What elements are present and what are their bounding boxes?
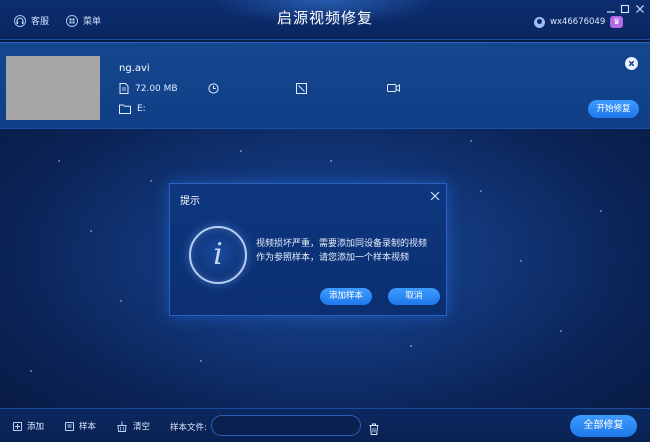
resolution-icon [296, 83, 307, 94]
clear-button[interactable]: 清空 [116, 420, 150, 432]
close-icon [628, 60, 635, 67]
minimize-icon [607, 11, 615, 13]
file-size: 72.00 MB [135, 83, 178, 94]
sample-file-label: 样本文件: [170, 423, 207, 433]
trash-icon [369, 423, 379, 435]
prompt-dialog: 提示 i 视频损坏严重，需要添加同设备录制的视频作为参照样本，请您添加一个样本视… [169, 183, 447, 316]
clear-label: 清空 [133, 422, 151, 432]
folder-icon [119, 104, 131, 114]
add-button[interactable]: 添加 [13, 420, 44, 432]
video-thumbnail [6, 56, 100, 120]
file-path: E: [137, 104, 146, 114]
file-name: ng.avi [119, 63, 150, 74]
file-path-row: E: [119, 104, 146, 114]
duration-row [208, 83, 219, 94]
sample-button[interactable]: 样本 [65, 420, 96, 432]
video-camera-icon [387, 84, 400, 92]
window-close-button[interactable] [634, 3, 646, 15]
sample-file-input[interactable] [211, 415, 361, 436]
user-avatar-icon [534, 16, 545, 28]
sample-icon [65, 421, 74, 431]
info-icon-letter: i [213, 237, 223, 272]
dialog-close-button[interactable] [428, 189, 442, 203]
title-bar: 客服 菜单 启源视频修复 wx46676049 ♛ [0, 0, 650, 40]
clock-icon [208, 83, 219, 94]
add-label: 添加 [27, 422, 45, 432]
sample-label: 样本 [79, 422, 97, 432]
repair-all-button[interactable]: 全部修复 [570, 415, 637, 437]
vip-crown-icon: ♛ [610, 16, 624, 28]
delete-sample-button[interactable] [369, 420, 379, 435]
close-icon [636, 5, 644, 13]
codec-row [387, 83, 400, 93]
close-icon [430, 191, 440, 201]
file-item-panel: ng.avi 72.00 MB E: 开始修复 [0, 42, 650, 129]
dialog-message: 视频损坏严重，需要添加同设备录制的视频作为参照样本，请您添加一个样本视频 [256, 239, 428, 263]
bottom-toolbar: 添加 样本 清空 样本文件: 全部修复 [0, 408, 650, 442]
minimize-button[interactable] [605, 3, 617, 15]
start-repair-button[interactable]: 开始修复 [588, 100, 639, 118]
file-icon [119, 83, 129, 94]
file-size-row: 72.00 MB [119, 83, 178, 94]
add-sample-button[interactable]: 添加样本 [320, 288, 372, 305]
username: wx46676049 [550, 17, 606, 27]
maximize-button[interactable] [619, 3, 631, 15]
info-icon: i [189, 226, 247, 284]
remove-file-button[interactable] [625, 57, 638, 70]
user-account[interactable]: wx46676049 ♛ [534, 16, 624, 28]
dialog-title: 提示 [180, 196, 200, 207]
maximize-icon [620, 4, 630, 14]
resolution-row [296, 83, 307, 94]
plus-icon [13, 421, 22, 431]
cancel-button[interactable]: 取消 [388, 288, 440, 305]
broom-icon [117, 421, 127, 432]
